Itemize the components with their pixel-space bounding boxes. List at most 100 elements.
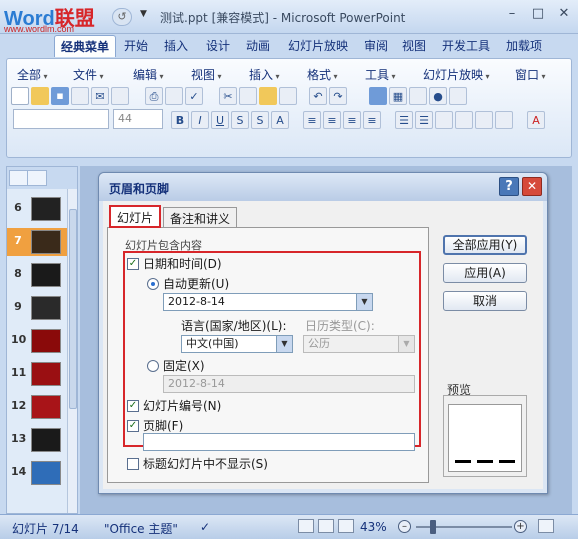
spelling-icon[interactable]: ✓ [185,87,203,105]
save-icon[interactable]: ▪ [51,87,69,105]
date-time-checkbox[interactable]: ✓ [127,257,139,270]
color-icon[interactable]: ● [429,87,447,105]
auto-update-option[interactable]: 自动更新(U) [147,275,229,292]
shadow-icon[interactable]: S [251,111,269,129]
tab-animation[interactable]: 动画 [246,37,270,54]
font-size-combo[interactable]: 44 [113,109,163,129]
footer-option[interactable]: ✓ 页脚(F) [127,417,183,434]
menu-tools[interactable]: 工具 [365,66,396,83]
new-icon[interactable] [11,87,29,105]
tab-classic-menu[interactable]: 经典菜单 [54,35,117,57]
menu-file[interactable]: 文件 [73,66,104,83]
font-color-icon[interactable]: A [527,111,545,129]
maximize-icon[interactable]: □ [530,6,546,21]
change-case-icon[interactable]: A [271,111,289,129]
options-icon[interactable] [449,87,467,105]
zoom-out-icon[interactable]: – [398,520,411,533]
grid-icon[interactable] [409,87,427,105]
slide-thumb-8[interactable]: 8 [7,261,69,289]
tab-slideshow[interactable]: 幻灯片放映 [288,37,348,54]
help-icon[interactable]: ? [499,177,519,196]
print-icon[interactable]: ⎙ [145,87,163,105]
undo-icon[interactable]: ↺ [112,8,132,26]
permission-icon[interactable] [71,87,89,105]
date-time-option[interactable]: ✓ 日期和时间(D) [127,255,222,272]
spellcheck-icon[interactable]: ✓ [200,520,210,534]
footer-text-input[interactable] [143,433,415,451]
slide-thumb-13[interactable]: 13 [7,426,69,454]
menu-window[interactable]: 窗口 [515,66,546,83]
tab-developer[interactable]: 开发工具 [442,37,490,54]
normal-view-icon[interactable] [298,519,314,533]
close-window-icon[interactable]: ✕ [556,6,572,21]
redo-icon[interactable]: ↷ [329,87,347,105]
strikethrough-icon[interactable]: S [231,111,249,129]
slides-tab-icon[interactable] [9,170,29,186]
quick-access-dropdown-icon[interactable]: ▼ [140,9,147,19]
underline-icon[interactable]: U [211,111,229,129]
tab-slide[interactable]: 幻灯片 [109,205,162,228]
align-left-icon[interactable]: ≡ [303,111,321,129]
hide-on-title-option[interactable]: 标题幻灯片中不显示(S) [127,455,268,472]
outline-tab-icon[interactable] [27,170,47,186]
copy-icon[interactable] [239,87,257,105]
menu-format[interactable]: 格式 [307,66,338,83]
zoom-in-icon[interactable]: + [514,520,527,533]
email-icon[interactable]: ✉ [91,87,109,105]
menu-insert[interactable]: 插入 [249,66,280,83]
tab-addins[interactable]: 加载项 [506,37,542,54]
footer-checkbox[interactable]: ✓ [127,419,139,432]
slide-thumb-7[interactable]: 7 [7,228,69,256]
font-grow-icon[interactable] [475,111,493,129]
numbering-icon[interactable]: ☰ [415,111,433,129]
slide-thumb-11[interactable]: 11 [7,360,69,388]
slide-thumb-12[interactable]: 12 [7,393,69,421]
fixed-option[interactable]: 固定(X) [147,357,205,374]
minimize-icon[interactable]: – [504,6,520,21]
apply-button[interactable]: 应用(A) [443,263,527,283]
undo-toolbar-icon[interactable]: ↶ [309,87,327,105]
paste-icon[interactable] [259,87,277,105]
align-right-icon[interactable]: ≡ [343,111,361,129]
tab-home[interactable]: 开始 [124,37,148,54]
bullets-icon[interactable]: ☰ [395,111,413,129]
table-icon[interactable]: ▦ [389,87,407,105]
menu-edit[interactable]: 编辑 [133,66,164,83]
slide-number-checkbox[interactable]: ✓ [127,399,139,412]
tab-design[interactable]: 设计 [206,37,230,54]
decrease-indent-icon[interactable] [435,111,453,129]
fixed-radio[interactable] [147,359,159,372]
tab-review[interactable]: 审阅 [364,37,388,54]
increase-indent-icon[interactable] [455,111,473,129]
auto-update-radio[interactable] [147,277,159,290]
slides-scroll-thumb[interactable] [69,209,77,409]
slide-sorter-icon[interactable] [318,519,334,533]
align-center-icon[interactable]: ≡ [323,111,341,129]
slide-thumb-10[interactable]: 10 [7,327,69,355]
language-combo[interactable]: 中文(中国) ▼ [181,335,293,353]
apply-all-button[interactable]: 全部应用(Y) [443,235,527,255]
justify-icon[interactable]: ≡ [363,111,381,129]
hide-on-title-checkbox[interactable] [127,457,139,470]
print-preview-icon[interactable] [165,87,183,105]
slide-thumb-6[interactable]: 6 [7,195,69,223]
slide-number-option[interactable]: ✓ 幻灯片编号(N) [127,397,221,414]
cancel-button[interactable]: 取消 [443,291,527,311]
tab-insert[interactable]: 插入 [164,37,188,54]
bold-icon[interactable]: B [171,111,189,129]
format-painter-icon[interactable] [279,87,297,105]
font-shrink-icon[interactable] [495,111,513,129]
chart-icon[interactable] [369,87,387,105]
slideshow-view-icon[interactable] [338,519,354,533]
font-name-combo[interactable] [13,109,109,129]
slides-scrollbar[interactable] [67,189,77,513]
tab-view[interactable]: 视图 [402,37,426,54]
slide-thumb-9[interactable]: 9 [7,294,69,322]
tab-notes-handouts[interactable]: 备注和讲义 [163,207,238,227]
publish-icon[interactable] [111,87,129,105]
zoom-slider-thumb[interactable] [430,520,436,534]
auto-date-combo[interactable]: 2012-8-14 ▼ [163,293,373,311]
zoom-level[interactable]: 43% [360,520,387,534]
menu-all[interactable]: 全部 [17,66,48,83]
fit-window-icon[interactable] [538,519,554,533]
